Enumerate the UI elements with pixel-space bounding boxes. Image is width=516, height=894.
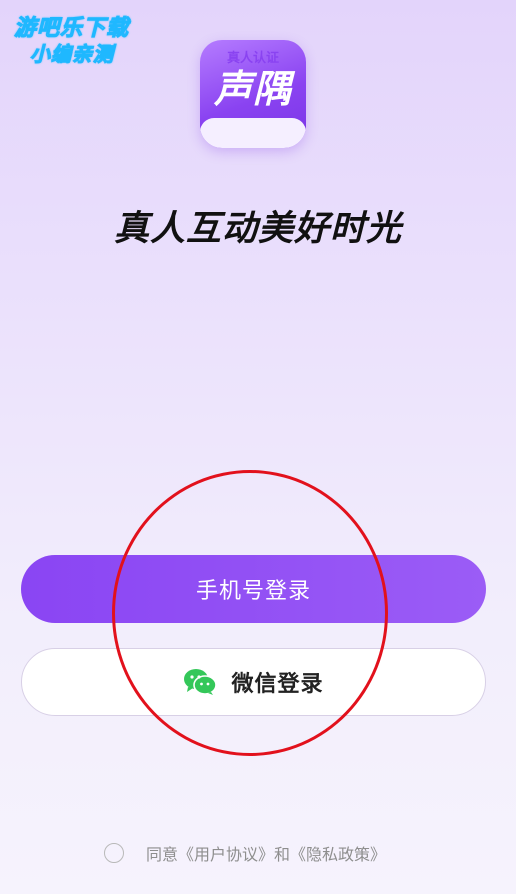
- agreement-checkbox[interactable]: [104, 843, 124, 863]
- agreement-conjunction: 和: [274, 845, 291, 864]
- watermark-line-2: 小编亲测: [30, 42, 114, 67]
- privacy-policy-link[interactable]: 《隐私政策》: [290, 841, 386, 865]
- app-logo-name: 声隅: [213, 67, 292, 111]
- wechat-login-label: 微信登录: [231, 672, 324, 697]
- app-logo-badge-text: 真人认证: [226, 51, 279, 66]
- user-agreement-link[interactable]: 《用户协议》: [178, 841, 274, 865]
- phone-login-button[interactable]: 手机号登录: [21, 555, 486, 623]
- phone-login-label: 手机号登录: [195, 579, 311, 604]
- app-slogan: 真人互动美好时光: [113, 209, 402, 249]
- app-logo-icon: 声隅 真人认证: [200, 40, 306, 148]
- agreement-prefix: 同意: [146, 845, 179, 864]
- wechat-icon: [184, 669, 218, 695]
- watermark: 游吧乐下载 小编亲测: [13, 10, 148, 68]
- app-logo-badge: [200, 118, 306, 148]
- agreement-row: 同意 《用户协议》 和 《隐私政策》: [104, 840, 386, 866]
- wechat-login-button[interactable]: 微信登录: [21, 648, 486, 716]
